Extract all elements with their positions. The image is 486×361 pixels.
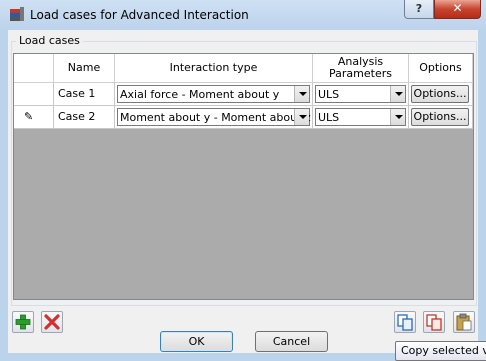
table-cell-name[interactable]: Case 1 (54, 83, 115, 106)
analysis-parameters-value: ULS (318, 111, 340, 124)
table-cell-analysis: ULS (313, 83, 409, 106)
close-button[interactable]: ✕ (434, 0, 481, 19)
options-button[interactable]: Options... (411, 108, 469, 126)
chevron-down-icon[interactable] (294, 86, 309, 102)
interaction-type-value: Moment about y - Moment about z (120, 111, 311, 124)
interaction-type-dropdown[interactable]: Moment about y - Moment about z (117, 108, 311, 126)
analysis-parameters-dropdown[interactable]: ULS (315, 108, 406, 126)
analysis-parameters-dropdown[interactable]: ULS (315, 85, 406, 103)
app-icon (10, 7, 24, 21)
options-button[interactable]: Options... (411, 85, 469, 103)
plus-icon (15, 314, 31, 330)
paste-button[interactable] (453, 311, 475, 333)
analysis-parameters-value: ULS (318, 88, 340, 101)
chevron-down-icon[interactable] (390, 86, 405, 102)
delete-load-case-button[interactable] (41, 311, 63, 333)
paste-icon (456, 313, 472, 331)
copy-icon (397, 314, 413, 331)
add-load-case-button[interactable] (12, 311, 34, 333)
column-header-options[interactable]: Options (409, 54, 473, 83)
row-indicator[interactable] (14, 83, 54, 106)
column-header-analysis-parameters[interactable]: Analysis Parameters (313, 54, 409, 83)
table-cell-analysis: ULS (313, 106, 409, 129)
chevron-down-icon[interactable] (294, 109, 309, 125)
interaction-type-value: Axial force - Moment about y (120, 88, 280, 101)
ok-button[interactable]: OK (160, 331, 233, 352)
cancel-button[interactable]: Cancel (255, 331, 328, 352)
delete-icon (44, 314, 60, 330)
table-cell-interaction-type: Axial force - Moment about y (115, 83, 313, 106)
copy-button[interactable] (394, 311, 416, 333)
tooltip: Copy selected va (395, 341, 486, 361)
table-cell-interaction-type: Moment about y - Moment about z (115, 106, 313, 129)
column-header-name[interactable]: Name (54, 54, 115, 83)
interaction-type-dropdown[interactable]: Axial force - Moment about y (117, 85, 310, 103)
row-indicator[interactable]: ✎ (14, 106, 54, 129)
table-cell-options: Options... (409, 83, 473, 106)
window-title: Load cases for Advanced Interaction (30, 8, 249, 22)
help-button[interactable]: ? (404, 0, 434, 19)
column-header-interaction-type[interactable]: Interaction type (115, 54, 313, 83)
copy-alt-icon (426, 314, 442, 331)
pencil-icon: ✎ (24, 110, 34, 123)
row-header-corner (14, 54, 54, 83)
load-cases-grid[interactable]: Name Interaction type Analysis Parameter… (13, 53, 474, 300)
copy-alt-button[interactable] (423, 311, 445, 333)
table-cell-options: Options... (409, 106, 473, 129)
case-name: Case 2 (58, 110, 96, 123)
table-cell-name[interactable]: Case 2 (54, 106, 115, 129)
chevron-down-icon[interactable] (390, 109, 405, 125)
groupbox-label: Load cases (16, 34, 83, 47)
case-name: Case 1 (58, 87, 96, 100)
